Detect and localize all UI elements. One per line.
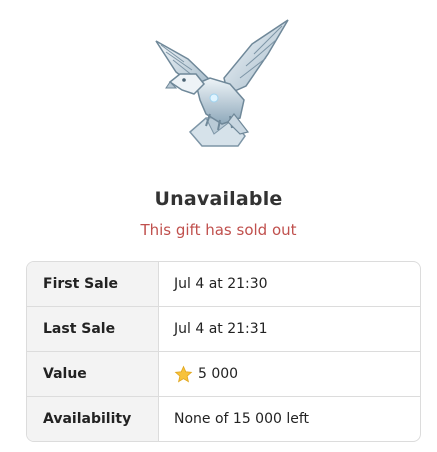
gift-details-table: First Sale Jul 4 at 21:30 Last Sale Jul … (26, 261, 421, 442)
last-sale-label: Last Sale (27, 307, 159, 351)
value-cell: 5 000 (159, 352, 420, 396)
crystal-eagle-icon (155, 19, 289, 147)
value-amount: 5 000 (198, 366, 239, 382)
star-icon (174, 365, 193, 382)
last-sale-value: Jul 4 at 21:31 (174, 321, 268, 337)
value-label: Value (27, 352, 159, 396)
first-sale-value: Jul 4 at 21:30 (174, 276, 268, 292)
table-row: Last Sale Jul 4 at 21:31 (27, 306, 420, 351)
availability-value: None of 15 000 left (174, 411, 310, 427)
table-row: First Sale Jul 4 at 21:30 (27, 262, 420, 306)
availability-label: Availability (27, 397, 159, 441)
gift-image-area (0, 0, 437, 160)
status-subtitle: This gift has sold out (140, 221, 297, 239)
status-title: Unavailable (154, 188, 283, 210)
first-sale-label: First Sale (27, 262, 159, 306)
table-row: Availability None of 15 000 left (27, 396, 420, 441)
table-row: Value 5 000 (27, 351, 420, 396)
